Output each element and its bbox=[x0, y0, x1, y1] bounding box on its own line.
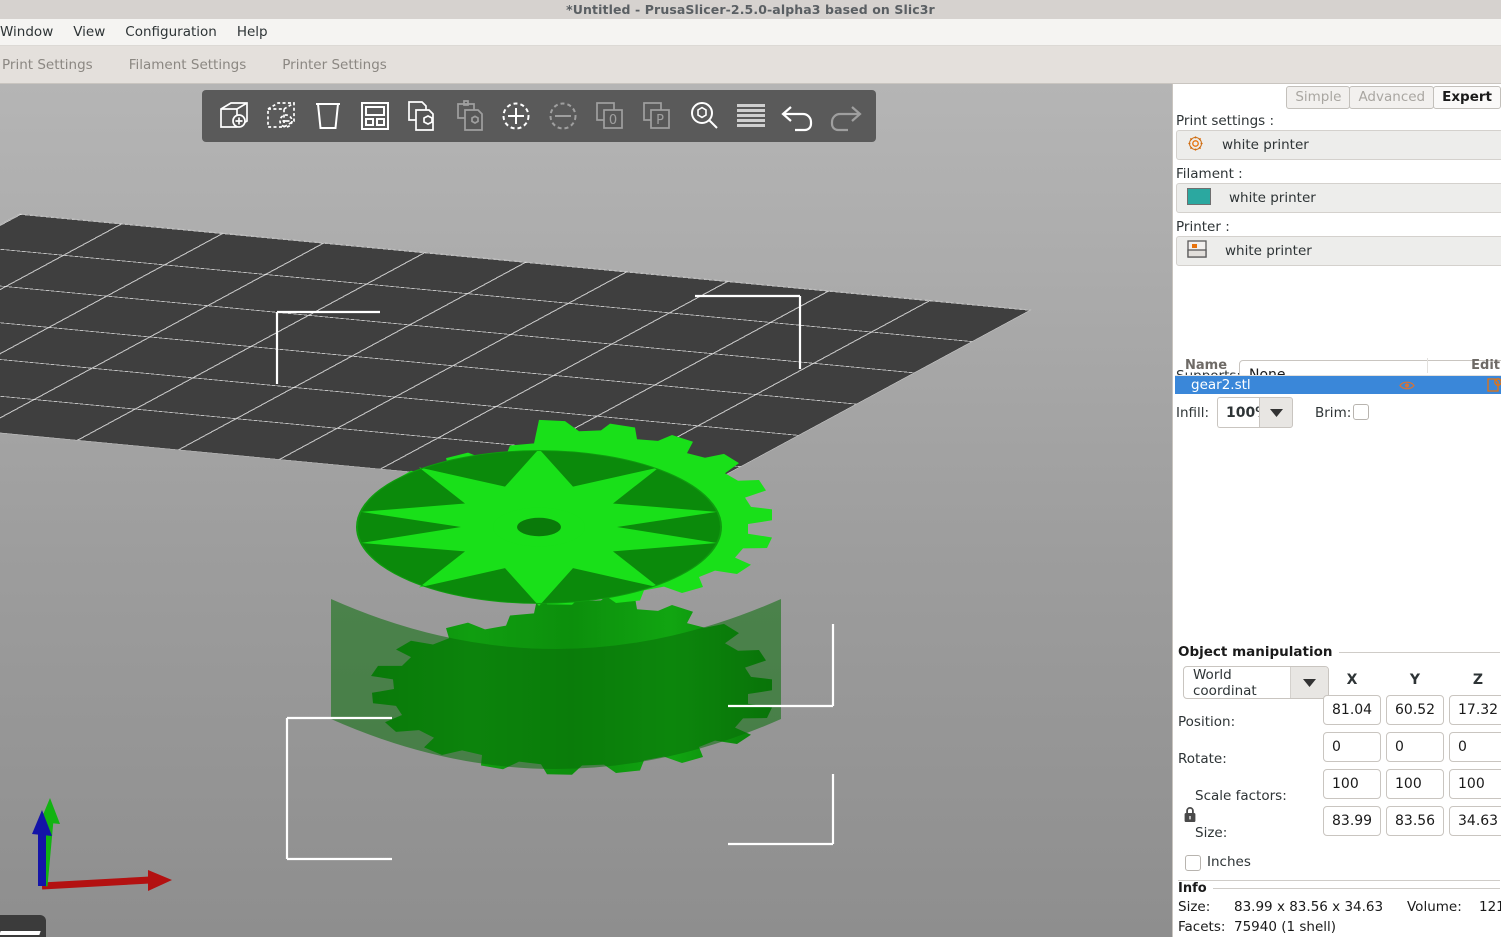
eye-icon[interactable] bbox=[1387, 380, 1427, 391]
scale-y-input[interactable]: 100 bbox=[1386, 769, 1444, 799]
inches-label: Inches bbox=[1207, 854, 1251, 870]
redo-icon bbox=[821, 94, 868, 138]
axis-header-y: Y bbox=[1409, 672, 1421, 688]
split-objects-icon: 0 bbox=[586, 94, 633, 138]
group-divider bbox=[1339, 651, 1500, 653]
object-manipulation-title: Object manipulation bbox=[1178, 644, 1500, 660]
delete-icon[interactable] bbox=[257, 94, 304, 138]
lock-icon[interactable] bbox=[1183, 806, 1197, 827]
axis-header-z: Z bbox=[1472, 672, 1484, 688]
add-instance-icon[interactable] bbox=[492, 94, 539, 138]
object-name: gear2.stl bbox=[1191, 377, 1251, 393]
table-row[interactable]: gear2.stl bbox=[1175, 376, 1501, 394]
gear-icon bbox=[1187, 135, 1204, 156]
paste-icon bbox=[445, 94, 492, 138]
info-size-value: 83.99 x 83.56 x 34.63 bbox=[1234, 899, 1384, 915]
inches-checkbox[interactable] bbox=[1185, 855, 1201, 871]
rotate-x-input[interactable]: 0 bbox=[1323, 732, 1381, 762]
rotate-label: Rotate: bbox=[1178, 751, 1227, 767]
info-facets-value: 75940 (1 shell) bbox=[1234, 919, 1337, 935]
object-list-header: Name Edit bbox=[1175, 356, 1501, 376]
copy-icon[interactable] bbox=[398, 94, 445, 138]
object-list: Name Edit gear2.stl bbox=[1175, 356, 1501, 618]
gear-mesh bbox=[331, 419, 781, 775]
rotate-z-input[interactable]: 0 bbox=[1449, 732, 1501, 762]
filament-label: Filament : bbox=[1176, 166, 1243, 182]
info-volume-label: Volume: bbox=[1407, 899, 1462, 915]
info-facets-label: Facets: bbox=[1178, 919, 1226, 935]
scale-z-input[interactable]: 100 bbox=[1449, 769, 1501, 799]
search-icon[interactable] bbox=[680, 94, 727, 138]
3d-viewport[interactable] bbox=[0, 84, 1172, 937]
coordinate-system-value: World coordinat bbox=[1193, 666, 1257, 699]
print-settings-value: white printer bbox=[1222, 137, 1309, 153]
arrange-icon[interactable] bbox=[351, 94, 398, 138]
split-parts-icon: P bbox=[633, 94, 680, 138]
menu-window[interactable]: Window bbox=[0, 19, 63, 45]
tab-printer-settings[interactable]: Printer Settings bbox=[264, 57, 405, 73]
delete-all-icon[interactable] bbox=[304, 94, 351, 138]
printer-icon bbox=[1187, 240, 1207, 262]
svg-text:P: P bbox=[656, 113, 664, 128]
layers-icon[interactable] bbox=[727, 94, 774, 138]
info-volume-value: 121650.5 bbox=[1479, 899, 1501, 915]
size-y-input[interactable]: 83.56 bbox=[1386, 806, 1444, 836]
model-gear2[interactable] bbox=[271, 299, 841, 859]
info-size-row: Size: 83.99 x 83.56 x 34.63 Volume: 1216… bbox=[1178, 899, 1501, 915]
size-z-input[interactable]: 34.63 bbox=[1449, 806, 1501, 836]
info-size-label: Size: bbox=[1178, 899, 1211, 915]
svg-text:0: 0 bbox=[608, 113, 616, 128]
rotate-y-input[interactable]: 0 bbox=[1386, 732, 1444, 762]
object-manipulation-heading: Object manipulation bbox=[1178, 644, 1333, 660]
size-label: Size: bbox=[1195, 825, 1228, 841]
printer-combo[interactable]: white printer bbox=[1176, 236, 1501, 266]
position-y-input[interactable]: 60.52 bbox=[1386, 695, 1444, 725]
print-settings-combo[interactable]: white printer bbox=[1176, 130, 1501, 160]
tab-print-settings[interactable]: Print Settings bbox=[0, 57, 111, 73]
printer-label: Printer : bbox=[1176, 219, 1230, 235]
position-z-input[interactable]: 17.32 bbox=[1449, 695, 1501, 725]
filament-color-swatch bbox=[1187, 187, 1211, 209]
x-axis bbox=[41, 870, 172, 891]
title-bar: *Untitled - PrusaSlicer-2.5.0-alpha3 bas… bbox=[0, 0, 1501, 19]
settings-tab-strip: Print Settings Filament Settings Printer… bbox=[0, 46, 1501, 84]
mode-selector: Simple Advanced Expert bbox=[1286, 86, 1501, 109]
add-icon[interactable] bbox=[210, 94, 257, 138]
printer-value: white printer bbox=[1225, 243, 1312, 259]
info-heading: Info bbox=[1178, 881, 1207, 896]
info-divider bbox=[1212, 888, 1500, 889]
coordinate-system-select[interactable]: World coordinat bbox=[1183, 666, 1329, 699]
position-x-input[interactable]: 81.04 bbox=[1323, 695, 1381, 725]
scale-x-input[interactable]: 100 bbox=[1323, 769, 1381, 799]
info-facets-row: Facets: 75940 (1 shell) bbox=[1178, 919, 1336, 935]
axes-gizmo bbox=[20, 784, 200, 914]
undo-icon[interactable] bbox=[774, 94, 821, 138]
mode-simple[interactable]: Simple bbox=[1286, 86, 1351, 109]
menu-bar: Window View Configuration Help bbox=[0, 19, 1501, 46]
window-title: *Untitled - PrusaSlicer-2.5.0-alpha3 bas… bbox=[566, 2, 935, 17]
right-sidebar: Simple Advanced Expert Print settings : … bbox=[1172, 84, 1501, 937]
mode-advanced[interactable]: Advanced bbox=[1349, 86, 1435, 109]
tab-filament-settings[interactable]: Filament Settings bbox=[111, 57, 265, 73]
prusaslicer-window: *Untitled - PrusaSlicer-2.5.0-alpha3 bas… bbox=[0, 0, 1501, 937]
print-settings-label: Print settings : bbox=[1176, 113, 1275, 129]
axis-header-x: X bbox=[1346, 672, 1358, 688]
scale-factors-label: Scale factors: bbox=[1195, 788, 1287, 804]
column-header-edit: Edit bbox=[1427, 358, 1501, 373]
position-label: Position: bbox=[1178, 714, 1236, 730]
edit-icon[interactable] bbox=[1427, 377, 1501, 393]
mode-expert[interactable]: Expert bbox=[1433, 86, 1501, 109]
filament-combo[interactable]: white printer bbox=[1176, 183, 1501, 213]
top-toolbar: 0 P bbox=[202, 90, 876, 142]
menu-view[interactable]: View bbox=[63, 19, 115, 45]
size-x-input[interactable]: 83.99 bbox=[1323, 806, 1381, 836]
filament-value: white printer bbox=[1229, 190, 1316, 206]
column-header-name: Name bbox=[1185, 358, 1228, 373]
remove-instance-icon bbox=[539, 94, 586, 138]
menu-help[interactable]: Help bbox=[227, 19, 278, 45]
menu-configuration[interactable]: Configuration bbox=[115, 19, 227, 45]
view-toolbar-collapsed[interactable] bbox=[0, 915, 46, 937]
info-title-row: Info bbox=[1178, 881, 1500, 896]
